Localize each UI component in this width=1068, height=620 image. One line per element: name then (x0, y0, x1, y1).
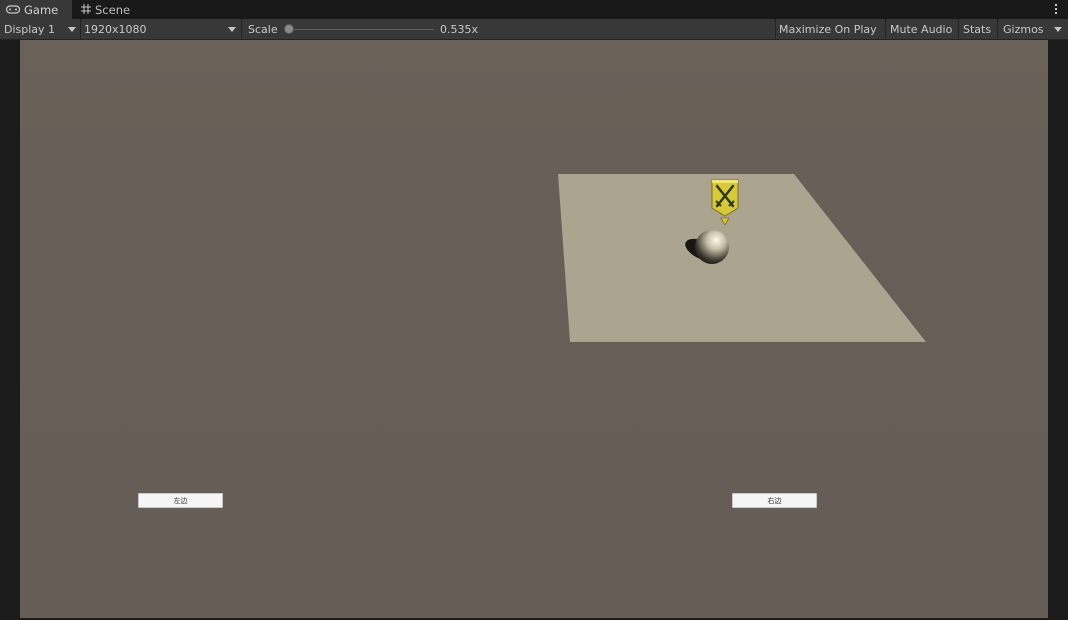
left-button[interactable]: 左边 (138, 493, 223, 508)
stats-toggle[interactable]: Stats (963, 19, 991, 39)
display-label: Display 1 (4, 22, 56, 36)
gizmos-dropdown[interactable]: Gizmos (1003, 19, 1065, 39)
tab-game[interactable]: Game (0, 0, 72, 19)
gamepad-icon (5, 3, 21, 17)
divider (775, 19, 776, 39)
scale-label: Scale (248, 22, 278, 36)
mute-audio-toggle[interactable]: Mute Audio (890, 19, 952, 39)
divider (885, 19, 886, 39)
tab-bar: Game Scene (0, 0, 1068, 19)
ground-plane (558, 174, 926, 342)
grid-icon (81, 3, 91, 17)
display-dropdown[interactable]: Display 1 (4, 19, 80, 39)
scene-render (558, 174, 926, 342)
scale-slider-track[interactable] (288, 29, 434, 30)
resolution-dropdown[interactable]: 1920x1080 (84, 19, 240, 39)
resolution-label: 1920x1080 (84, 22, 147, 36)
scale-slider-handle[interactable] (284, 24, 294, 34)
chevron-down-icon (1054, 27, 1062, 32)
divider (997, 19, 998, 39)
chevron-down-icon (228, 27, 236, 32)
maximize-on-play-toggle[interactable]: Maximize On Play (779, 19, 877, 39)
divider (958, 19, 959, 39)
right-button[interactable]: 右边 (732, 493, 817, 508)
chevron-down-icon (68, 27, 76, 32)
gizmos-label: Gizmos (1003, 22, 1044, 36)
more-options-icon[interactable] (1053, 2, 1059, 16)
game-viewport[interactable]: 左边 右边 (20, 40, 1048, 618)
tab-scene-label: Scene (95, 2, 131, 17)
tab-game-label: Game (24, 2, 59, 17)
tab-scene[interactable]: Scene (78, 0, 148, 19)
divider (241, 19, 242, 39)
sphere-object (695, 230, 729, 264)
divider (80, 19, 81, 39)
scale-value: 0.535x (440, 22, 479, 36)
